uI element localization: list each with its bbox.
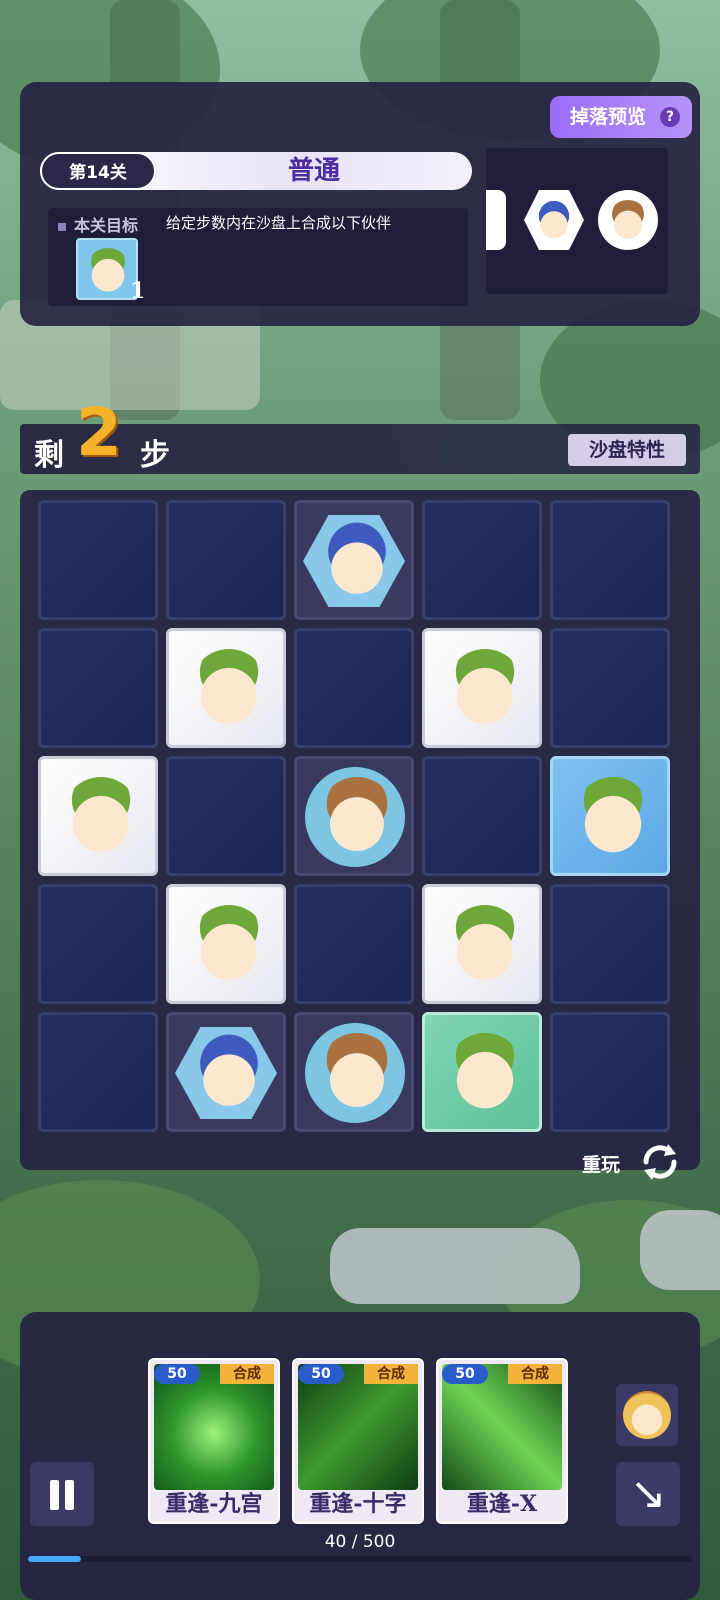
arrow-down-right-icon[interactable]: ↘: [616, 1462, 680, 1526]
board-cell[interactable]: [550, 500, 670, 620]
skill-tag: 合成: [364, 1364, 418, 1384]
energy-progress-bar: [28, 1556, 692, 1562]
elf-partner-icon: [447, 1033, 523, 1109]
board-cell[interactable]: [166, 628, 286, 748]
orange-partner-icon: [534, 200, 574, 240]
goal-partner-tile: [76, 238, 138, 300]
cat-partner-icon: [608, 200, 648, 240]
board-cell[interactable]: [422, 1012, 542, 1132]
energy-progress-fill: [28, 1556, 82, 1562]
drop-item-partial: [486, 190, 506, 250]
elf-partner-icon: [575, 777, 651, 853]
board-cell[interactable]: [38, 756, 158, 876]
skill-panel: 50 合成 重逢-九宫 50 合成 重逢-十字 50 合成 重逢-X ↘ 40 …: [20, 1312, 700, 1600]
board-cell[interactable]: [38, 1012, 158, 1132]
pause-button[interactable]: [30, 1462, 94, 1526]
board-cell[interactable]: [550, 1012, 670, 1132]
goal-count: 1: [130, 278, 146, 304]
level-number: 第14关: [40, 152, 156, 190]
orange-partner-icon: [191, 1033, 267, 1109]
cat-partner-icon: [319, 777, 395, 853]
board-cell[interactable]: [550, 884, 670, 1004]
board-cell[interactable]: [166, 756, 286, 876]
board-cell[interactable]: [294, 1012, 414, 1132]
elf-partner-icon: [447, 649, 523, 725]
skill-tag: 合成: [220, 1364, 274, 1384]
board-cell[interactable]: [294, 884, 414, 1004]
steps-count: 2: [76, 394, 122, 471]
board-cell[interactable]: [166, 884, 286, 1004]
skill-card-1[interactable]: 50 合成 重逢-九宫: [148, 1358, 280, 1524]
skill-name: 重逢-十字: [309, 1491, 407, 1517]
skill-cost: 50: [154, 1364, 200, 1384]
elf-partner-icon: [191, 905, 267, 981]
level-info-panel: 第14关 普通 本关目标 给定步数内在沙盘上合成以下伙伴 1 掉落预览 ?: [20, 82, 700, 326]
elf-partner-icon: [191, 649, 267, 725]
drop-item-orange-partner[interactable]: [524, 190, 584, 250]
orange-partner-icon: [319, 521, 395, 597]
board-cell[interactable]: [422, 628, 542, 748]
steps-prefix: 剩: [34, 438, 64, 473]
board-cell[interactable]: [550, 628, 670, 748]
goal-description: 给定步数内在沙盘上合成以下伙伴: [166, 214, 392, 232]
board-cell[interactable]: [294, 756, 414, 876]
elf-partner-icon: [86, 248, 130, 292]
elf-partner-icon: [447, 905, 523, 981]
hero-avatar[interactable]: [616, 1384, 678, 1446]
skill-card-3[interactable]: 50 合成 重逢-X: [436, 1358, 568, 1524]
level-goal-box: 本关目标 给定步数内在沙盘上合成以下伙伴 1: [48, 208, 468, 306]
board-cell[interactable]: [294, 628, 414, 748]
energy-text: 40 / 500: [324, 1532, 396, 1552]
board-cell[interactable]: [38, 500, 158, 620]
skill-card-2[interactable]: 50 合成 重逢-十字: [292, 1358, 424, 1524]
board-cell[interactable]: [422, 500, 542, 620]
board-cell[interactable]: [422, 756, 542, 876]
avatar: [623, 1391, 671, 1439]
elf-partner-icon: [63, 777, 139, 853]
drop-item-cat-partner[interactable]: [598, 190, 658, 250]
skill-cost: 50: [298, 1364, 344, 1384]
board-cell[interactable]: [294, 500, 414, 620]
game-board: [20, 490, 700, 1170]
sand-feature-button[interactable]: 沙盘特性: [568, 434, 686, 466]
cat-partner-icon: [319, 1033, 395, 1109]
skill-tag: 合成: [508, 1364, 562, 1384]
drop-preview-list[interactable]: [486, 148, 668, 294]
drop-preview-button[interactable]: 掉落预览 ?: [550, 96, 692, 138]
skill-name: 重逢-X: [466, 1491, 538, 1517]
drop-preview-label: 掉落预览: [570, 106, 647, 128]
board-cell[interactable]: [550, 756, 670, 876]
board-cell[interactable]: [38, 884, 158, 1004]
skill-cost: 50: [442, 1364, 488, 1384]
board-cell[interactable]: [166, 500, 286, 620]
board-cell[interactable]: [38, 628, 158, 748]
steps-suffix: 步: [140, 438, 170, 473]
skill-name: 重逢-九宫: [165, 1491, 263, 1517]
replay-icon[interactable]: [638, 1140, 682, 1184]
level-bar: 第14关 普通: [40, 152, 472, 190]
goal-title: 本关目标: [58, 212, 138, 236]
steps-bar: 剩 2 步 沙盘特性: [20, 394, 700, 474]
level-difficulty: 普通: [287, 156, 340, 186]
board-cell[interactable]: [422, 884, 542, 1004]
board-cell[interactable]: [166, 1012, 286, 1132]
replay-label[interactable]: 重玩: [582, 1150, 620, 1177]
help-icon[interactable]: ?: [660, 107, 680, 127]
